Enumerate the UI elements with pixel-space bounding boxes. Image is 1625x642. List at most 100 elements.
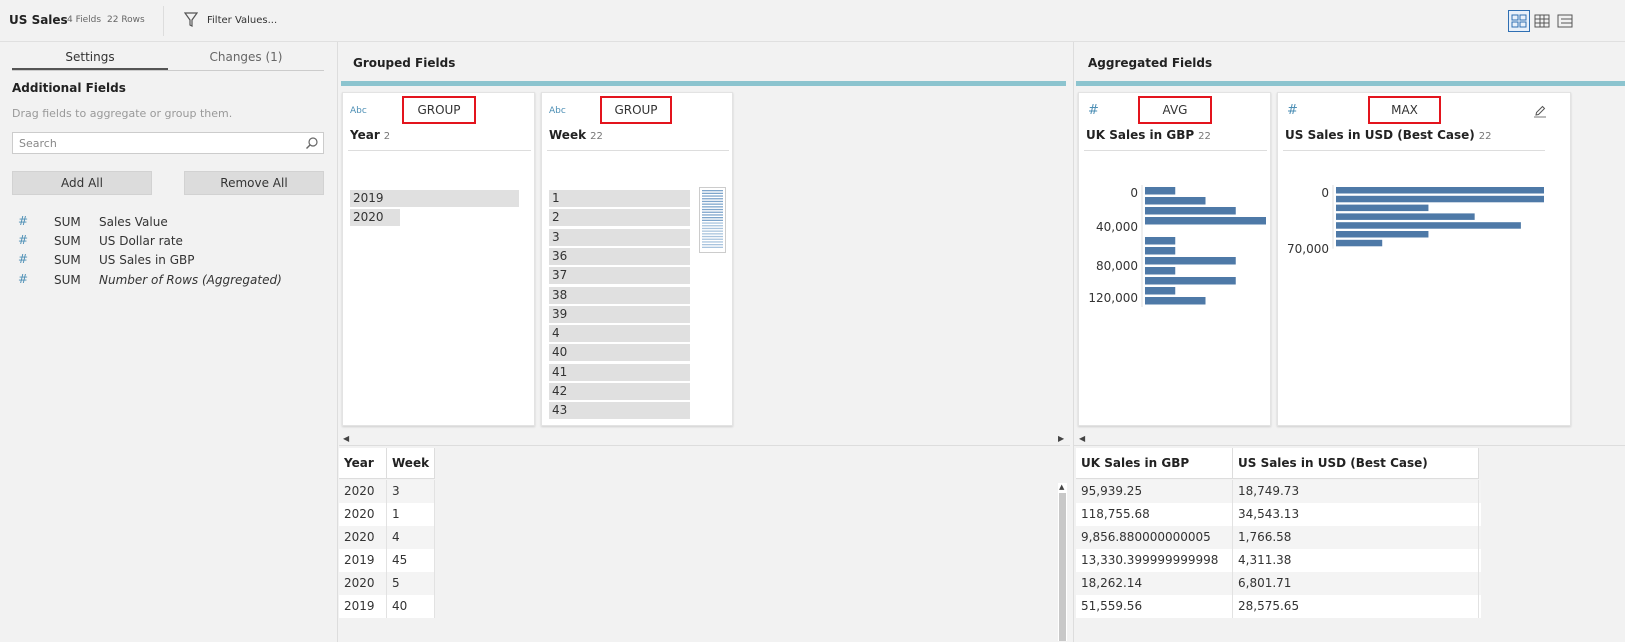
week-mini-scrollbar[interactable] bbox=[699, 187, 726, 253]
table-row[interactable]: 2020 3 bbox=[339, 480, 435, 503]
field-item[interactable]: # SUM US Dollar rate bbox=[18, 233, 318, 251]
scroll-up-arrow-icon[interactable]: ▲ bbox=[1059, 483, 1064, 491]
table-row[interactable]: 2019 45 bbox=[339, 549, 435, 572]
aggregation-selector[interactable]: GROUP bbox=[600, 96, 672, 124]
histogram-bar[interactable] bbox=[1336, 187, 1544, 194]
table-cell: 34,543.13 bbox=[1233, 503, 1479, 526]
field-item[interactable]: # SUM Sales Value bbox=[18, 214, 318, 232]
histogram-bar[interactable] bbox=[1145, 187, 1176, 195]
flow-title: US Sales bbox=[9, 13, 68, 27]
value-row[interactable]: 4 bbox=[549, 325, 690, 343]
value-row[interactable]: 39 bbox=[549, 305, 690, 323]
field-name: US Dollar rate bbox=[99, 234, 183, 248]
value-row[interactable]: 43 bbox=[549, 402, 690, 420]
remove-all-button[interactable]: Remove All bbox=[184, 171, 324, 195]
scroll-left-arrow-icon[interactable]: ◀ bbox=[343, 434, 349, 443]
histogram-bar[interactable] bbox=[1336, 222, 1521, 229]
column-header-uk-sales[interactable]: UK Sales in GBP bbox=[1076, 448, 1233, 479]
card-view-button[interactable] bbox=[1508, 10, 1530, 32]
histogram-bar[interactable] bbox=[1145, 297, 1206, 305]
search-input[interactable] bbox=[13, 133, 293, 153]
grouped-horizontal-scrollbar[interactable]: ◀ ▶ bbox=[339, 432, 1070, 446]
histogram-bar[interactable] bbox=[1145, 257, 1236, 265]
value-row[interactable]: 41 bbox=[549, 363, 690, 381]
table-row[interactable]: 2020 4 bbox=[339, 526, 435, 549]
histogram-bar[interactable] bbox=[1145, 287, 1176, 295]
overview-line bbox=[702, 230, 723, 232]
value-label: 40 bbox=[552, 345, 568, 360]
value-row[interactable]: 37 bbox=[549, 267, 690, 285]
table-row[interactable]: 13,330.399999999998 4,311.38 bbox=[1076, 549, 1481, 572]
histogram-bar[interactable] bbox=[1145, 217, 1266, 225]
uk-sales-field-card[interactable]: # AVG UK Sales in GBP 22 0 40,000 80,000 120… bbox=[1078, 92, 1271, 426]
table-row[interactable]: 118,755.68 34,543.13 bbox=[1076, 503, 1481, 526]
value-row[interactable]: 42 bbox=[549, 383, 690, 400]
value-row[interactable]: 1 bbox=[549, 190, 690, 207]
histogram-bar[interactable] bbox=[1145, 237, 1176, 245]
aggregation-selector[interactable]: GROUP bbox=[402, 96, 476, 124]
week-field-card[interactable]: Abc GROUP Week 22 1 2 3 36 37 38 39 4 40 41 42 43 bbox=[541, 92, 733, 426]
field-item[interactable]: # SUM US Sales in GBP bbox=[18, 252, 318, 270]
search-icon[interactable] bbox=[305, 136, 319, 150]
column-header-week[interactable]: Week bbox=[387, 448, 435, 479]
add-all-button[interactable]: Add All bbox=[12, 171, 152, 195]
histogram-bar[interactable] bbox=[1336, 231, 1429, 238]
filter-values-button[interactable]: Filter Values... bbox=[184, 10, 277, 30]
histogram-bar[interactable] bbox=[1145, 277, 1236, 285]
value-label: 2020 bbox=[353, 210, 384, 224]
histogram-bar[interactable] bbox=[1145, 267, 1176, 275]
table-cell: 2019 bbox=[339, 549, 387, 572]
number-type-icon: # bbox=[1088, 103, 1099, 118]
histogram-bar[interactable] bbox=[1336, 239, 1383, 247]
tab-settings[interactable]: Settings bbox=[12, 50, 168, 70]
aggregation-selector[interactable]: AVG bbox=[1138, 96, 1212, 124]
table-row[interactable]: 2019 40 bbox=[339, 595, 435, 618]
table-row[interactable]: 51,559.56 28,575.65 bbox=[1076, 595, 1481, 618]
card-field-name: Week 22 bbox=[549, 128, 603, 142]
table-row[interactable]: 95,939.25 18,749.73 bbox=[1076, 480, 1481, 503]
histogram-bar[interactable] bbox=[1336, 213, 1475, 220]
tab-changes[interactable]: Changes (1) bbox=[168, 50, 324, 70]
table-cell: 1,766.58 bbox=[1233, 526, 1479, 549]
value-row[interactable]: 3 bbox=[549, 228, 690, 246]
column-header-us-sales[interactable]: US Sales in USD (Best Case) bbox=[1233, 448, 1479, 479]
year-field-card[interactable]: Abc GROUP Year 2 2019 2020 bbox=[342, 92, 535, 426]
string-type-icon: Abc bbox=[549, 106, 566, 116]
value-row[interactable]: 36 bbox=[549, 247, 690, 265]
overview-line bbox=[702, 190, 723, 192]
edit-icon[interactable] bbox=[1533, 104, 1547, 118]
table-row[interactable]: 9,856.880000000005 1,766.58 bbox=[1076, 526, 1481, 549]
histogram-bar[interactable] bbox=[1145, 197, 1206, 205]
field-aggregation: SUM bbox=[54, 273, 81, 287]
column-header-year[interactable]: Year bbox=[339, 448, 387, 479]
table-row[interactable]: 2020 5 bbox=[339, 572, 435, 595]
histogram-bar[interactable] bbox=[1336, 204, 1429, 212]
value-row[interactable]: 40 bbox=[549, 344, 690, 362]
field-name: Sales Value bbox=[99, 215, 168, 229]
list-view-button[interactable] bbox=[1554, 10, 1574, 32]
scroll-left-arrow-icon[interactable]: ◀ bbox=[1079, 434, 1085, 443]
scroll-right-arrow-icon[interactable]: ▶ bbox=[1058, 434, 1064, 443]
value-row[interactable]: 2019 bbox=[350, 190, 519, 207]
field-item[interactable]: # SUM Number of Rows (Aggregated) bbox=[18, 272, 318, 290]
histogram-bar[interactable] bbox=[1145, 247, 1176, 255]
histogram-bar[interactable] bbox=[1145, 207, 1236, 215]
us-sales-field-card[interactable]: # MAX US Sales in USD (Best Case) 22 0 70,… bbox=[1277, 92, 1571, 426]
fields-count: 4 Fields bbox=[67, 15, 102, 25]
value-row[interactable]: 2020 bbox=[350, 209, 400, 226]
scrollbar-thumb[interactable] bbox=[1059, 493, 1066, 641]
table-row[interactable]: 18,262.14 6,801.71 bbox=[1076, 572, 1481, 595]
grouped-table-vertical-scrollbar[interactable]: ▲ bbox=[1058, 483, 1067, 641]
value-row[interactable]: 2 bbox=[549, 209, 690, 227]
value-row[interactable]: 38 bbox=[549, 286, 690, 304]
distinct-count: 22 bbox=[1198, 131, 1211, 142]
aggregated-horizontal-scrollbar[interactable]: ◀ bbox=[1074, 432, 1625, 446]
settings-panel: Settings Changes (1) Additional Fields D… bbox=[0, 42, 338, 642]
card-separator bbox=[1084, 150, 1267, 151]
aggregation-selector[interactable]: MAX bbox=[1368, 96, 1441, 124]
value-label: 38 bbox=[552, 287, 568, 302]
table-view-button[interactable] bbox=[1531, 10, 1553, 32]
table-row[interactable]: 2020 1 bbox=[339, 503, 435, 526]
histogram-bar[interactable] bbox=[1336, 195, 1544, 203]
tab-divider bbox=[12, 70, 324, 71]
